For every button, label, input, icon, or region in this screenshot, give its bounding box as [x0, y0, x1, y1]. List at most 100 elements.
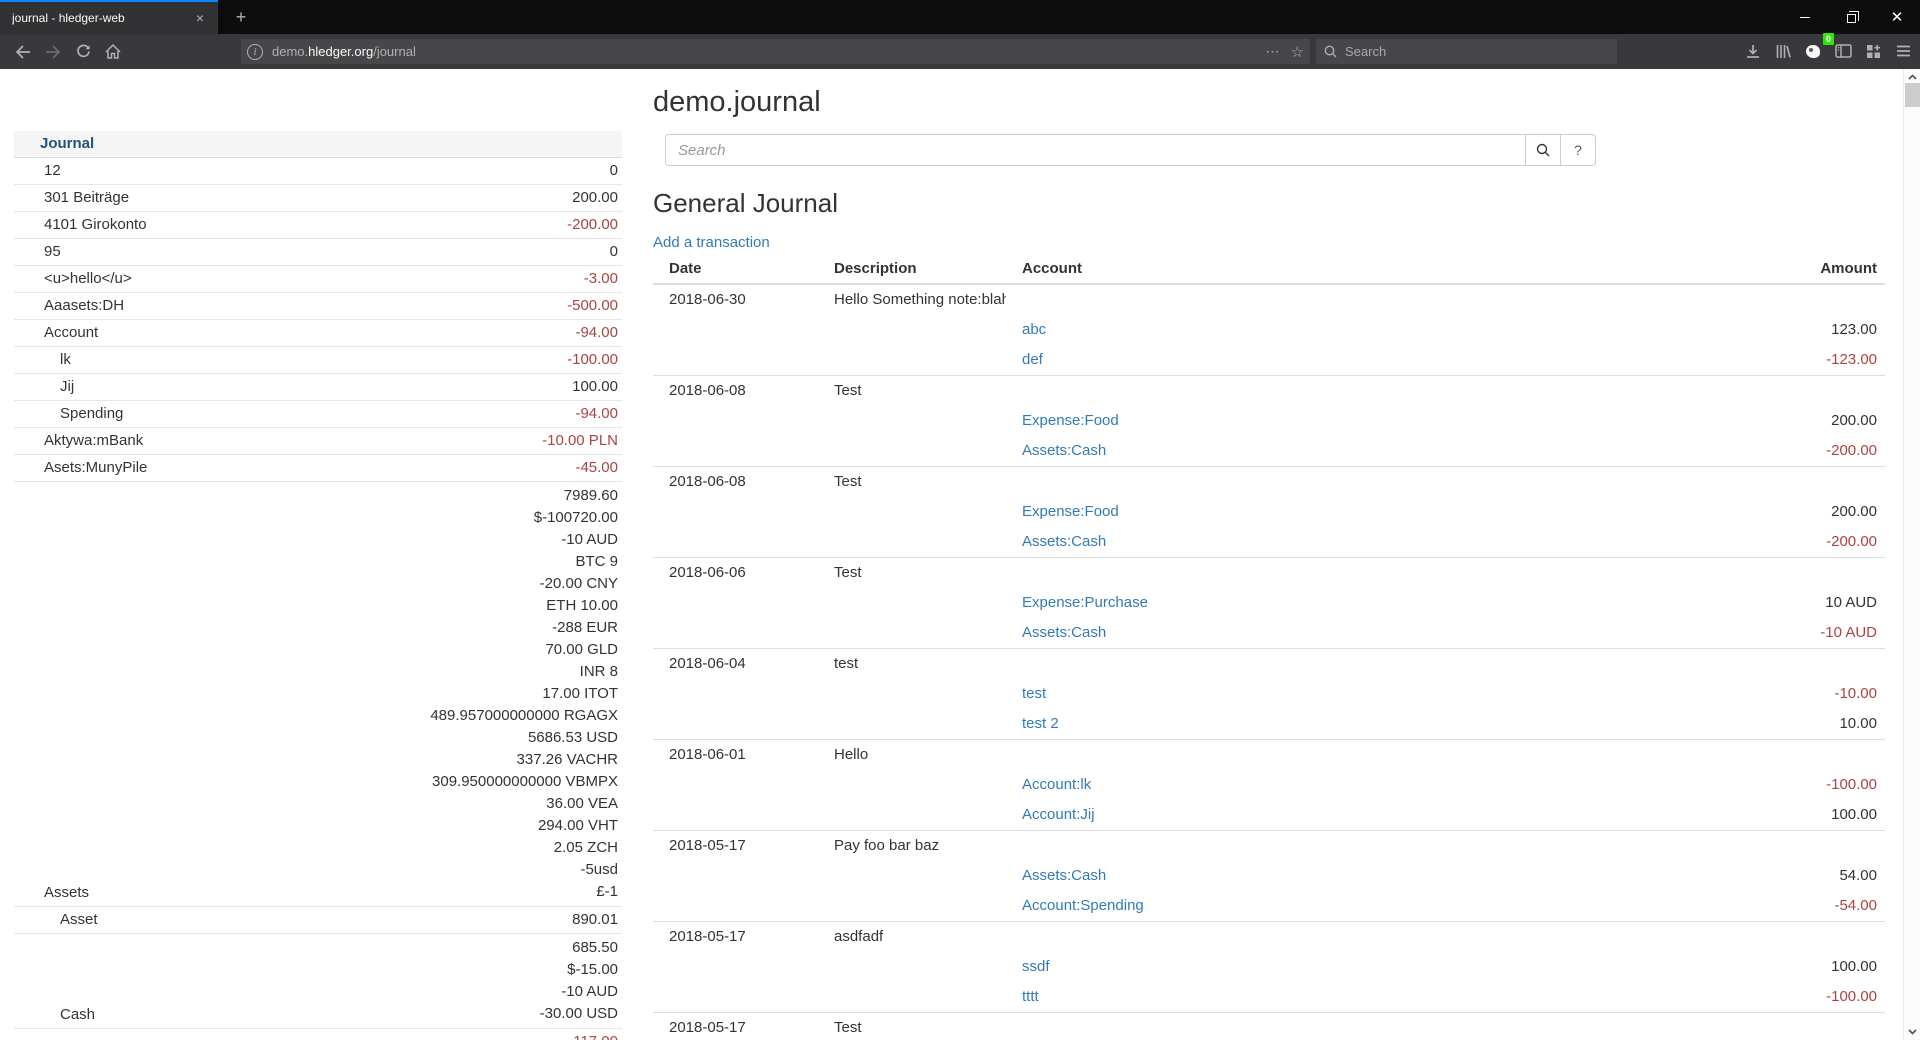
sidebar-account-row: <u>hello</u>-3.00: [14, 266, 622, 293]
sidebar-account-link[interactable]: <u>hello</u>: [14, 269, 132, 289]
posting-account-link[interactable]: ssdf: [1022, 958, 1050, 975]
browser-toolbar: i demo.hledger.org/journal ⋯ ☆ Search 0: [0, 34, 1920, 69]
home-button[interactable]: [98, 38, 128, 66]
scroll-down-icon[interactable]: [1904, 1026, 1920, 1038]
library-button[interactable]: [1768, 37, 1798, 65]
page-actions-icon[interactable]: ⋯: [1266, 43, 1281, 60]
sidebar-account-link[interactable]: 4101 Girokonto: [14, 215, 147, 235]
toolbar-search[interactable]: Search: [1316, 39, 1617, 64]
sidebar-account-link[interactable]: Aaasets:DH: [14, 296, 124, 316]
posting-account-link[interactable]: Assets:Cash: [1022, 533, 1106, 550]
transaction-title-row[interactable]: 2018-05-17Test: [653, 1013, 1885, 1040]
sidebar-account-link[interactable]: 95: [14, 242, 61, 262]
posting-account-link[interactable]: Account:lk: [1022, 776, 1091, 793]
search-help-button[interactable]: ?: [1561, 134, 1596, 166]
col-header-date: Date: [653, 255, 818, 283]
tab-close-icon[interactable]: ×: [190, 8, 210, 28]
balance-amount: 17.00 ITOT: [430, 683, 618, 705]
page-scrollbar[interactable]: [1903, 69, 1920, 1040]
sidebar-account-link[interactable]: Account: [14, 323, 98, 343]
transaction-title-row[interactable]: 2018-06-08Test: [653, 376, 1885, 406]
extension-button[interactable]: 0: [1798, 37, 1828, 65]
posting-account-link[interactable]: Assets:Cash: [1022, 624, 1106, 641]
sidebar-account-link[interactable]: Asets:MunyPile: [14, 458, 147, 478]
spacer-cell: [653, 982, 818, 1012]
scroll-up-icon[interactable]: [1904, 71, 1920, 83]
balance-amount: -10 AUD: [540, 981, 618, 1003]
transaction-title-row[interactable]: 2018-06-30Hello Something note:blah: [653, 285, 1885, 315]
spacer-cell: [1665, 649, 1885, 679]
sidebar-account-balance: -117.00: [568, 1032, 622, 1040]
sidebar-account-link[interactable]: Cash: [14, 1005, 95, 1025]
reload-button[interactable]: [68, 38, 98, 66]
download-icon: [1745, 44, 1761, 59]
spacer-cell: [1665, 376, 1885, 406]
window-minimize-button[interactable]: [1782, 0, 1828, 34]
sidebar-account-link[interactable]: lk: [14, 350, 71, 370]
posting-account-link[interactable]: Expense:Purchase: [1022, 594, 1148, 611]
balance-amount: -45.00: [575, 458, 618, 478]
scrollbar-thumb[interactable]: [1905, 83, 1920, 107]
journal-search-input[interactable]: [665, 134, 1526, 166]
transaction-date: 2018-06-06: [653, 558, 818, 588]
posting-account-link[interactable]: Account:Spending: [1022, 897, 1144, 914]
posting-account-link[interactable]: test: [1022, 685, 1046, 702]
journal-search-button[interactable]: [1526, 134, 1561, 166]
balance-amount: INR 8: [430, 661, 618, 683]
transaction-title-row[interactable]: 2018-05-17Pay foo bar baz: [653, 831, 1885, 861]
menu-button[interactable]: [1888, 37, 1918, 65]
spacer-cell: [1006, 922, 1665, 952]
spacer-cell: [1665, 922, 1885, 952]
posting-account-link[interactable]: abc: [1022, 321, 1046, 338]
spacer-cell: [1006, 376, 1665, 406]
browser-tab[interactable]: journal - hledger-web ×: [0, 0, 218, 34]
spacer-cell: [653, 315, 818, 345]
window-restore-button[interactable]: [1828, 0, 1874, 34]
transaction-title-row[interactable]: 2018-06-08Test: [653, 467, 1885, 497]
posting-account-link[interactable]: tttt: [1022, 988, 1039, 1005]
sidebar-account-link[interactable]: Aktywa:mBank: [14, 431, 143, 451]
transaction-title-row[interactable]: 2018-06-06Test: [653, 558, 1885, 588]
spacer-cell: [1006, 558, 1665, 588]
posting-row: Expense:Purchase10 AUD: [653, 588, 1885, 618]
transaction: 2018-06-30Hello Something note:blahabc12…: [653, 285, 1885, 376]
posting-account-link[interactable]: test 2: [1022, 715, 1059, 732]
url-bar[interactable]: i demo.hledger.org/journal ⋯ ☆: [241, 39, 1310, 64]
sidebar-account-balance: -100.00: [567, 350, 622, 370]
sidebar-account-link[interactable]: 301 Beiträge: [14, 188, 129, 208]
downloads-button[interactable]: [1738, 37, 1768, 65]
forward-button[interactable]: [38, 38, 68, 66]
spacer-cell: [653, 679, 818, 709]
spacer-cell: [1006, 285, 1665, 315]
window-close-button[interactable]: ✕: [1874, 0, 1920, 34]
site-info-icon[interactable]: i: [247, 44, 263, 60]
bookmark-star-icon[interactable]: ☆: [1291, 43, 1304, 61]
add-transaction-link[interactable]: Add a transaction: [653, 234, 770, 251]
transaction-title-row[interactable]: 2018-06-04test: [653, 649, 1885, 679]
sidebar-journal-link[interactable]: Journal: [14, 134, 94, 154]
posting-account-link[interactable]: Expense:Food: [1022, 503, 1119, 520]
posting-account-cell: Account:lk: [1006, 770, 1665, 800]
page-content: Journal 120301 Beiträge200.004101 Giroko…: [0, 69, 1903, 1040]
spacer-cell: [818, 709, 1006, 739]
transaction-title-row[interactable]: 2018-05-17asdfadf: [653, 922, 1885, 952]
sidebar-account-link[interactable]: Asset: [14, 910, 98, 930]
posting-account-link[interactable]: Assets:Cash: [1022, 442, 1106, 459]
extensions-grid-button[interactable]: [1858, 37, 1888, 65]
posting-account-link[interactable]: Account:Jij: [1022, 806, 1095, 823]
new-tab-button[interactable]: +: [228, 4, 254, 30]
posting-account-link[interactable]: def: [1022, 351, 1043, 368]
sidebar-account-link[interactable]: Jij: [14, 377, 74, 397]
transaction-title-row[interactable]: 2018-06-01Hello: [653, 740, 1885, 770]
posting-account-link[interactable]: Assets:Cash: [1022, 867, 1106, 884]
posting-account-cell: def: [1006, 345, 1665, 375]
posting-account-link[interactable]: Expense:Food: [1022, 412, 1119, 429]
col-header-amount: Amount: [1665, 255, 1885, 283]
posting-account-cell: Assets:Cash: [1006, 527, 1665, 557]
url-text[interactable]: demo.hledger.org/journal: [272, 44, 1266, 59]
sidebar-account-link[interactable]: Assets: [14, 883, 89, 903]
sidebar-account-link[interactable]: Spending: [14, 404, 123, 424]
back-button[interactable]: [8, 38, 38, 66]
extension-badge: 0: [1823, 33, 1834, 45]
sidebar-account-link[interactable]: 12: [14, 161, 61, 181]
